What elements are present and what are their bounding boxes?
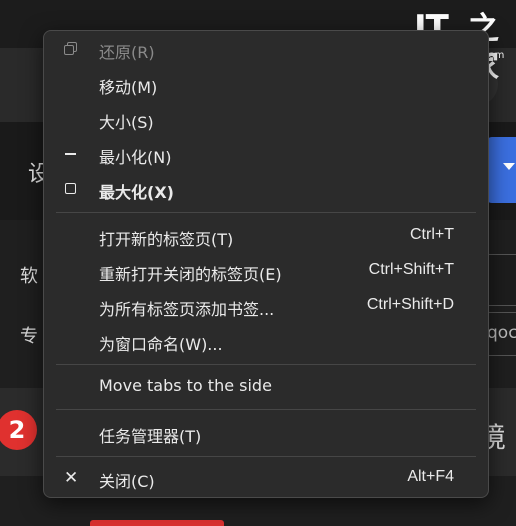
settings-row-value: qoc [487,323,516,343]
menu-item-label: 为窗口命名(W)... [99,335,223,354]
menu-separator [56,212,476,213]
menu-item-label: 移动(M) [99,78,158,97]
window-system-menu: 还原(R) 移动(M) 大小(S) 最小化(N) 最大化(X) 打开新的标签页(… [43,30,489,498]
menu-item-label: 关闭(C) [99,472,155,491]
restore-icon [64,42,78,56]
menu-separator [56,409,476,410]
menu-item-shortcut: Ctrl+T [410,226,454,243]
menu-item-name-window[interactable]: 为窗口命名(W)... [44,324,488,359]
menu-item-size[interactable]: 大小(S) [44,102,488,137]
menu-item-label: 最大化(X) [99,183,174,202]
menu-item-label: 最小化(N) [99,148,172,167]
menu-item-new-tab[interactable]: 打开新的标签页(T) Ctrl+T [44,219,488,254]
settings-row-label: 软 [20,266,38,287]
menu-separator [56,364,476,365]
close-icon: ✕ [64,468,79,488]
menu-item-label: 重新打开关闭的标签页(E) [99,265,282,284]
menu-item-label: Move tabs to the side [99,376,272,395]
primary-button[interactable] [486,137,516,203]
menu-item-restore[interactable]: 还原(R) [44,32,488,67]
minimize-icon [64,147,78,161]
menu-item-shortcut: Alt+F4 [407,468,454,485]
menu-item-shortcut: Ctrl+Shift+T [368,261,454,278]
menu-item-move[interactable]: 移动(M) [44,67,488,102]
menu-item-label: 大小(S) [99,113,154,132]
maximize-icon [64,182,78,196]
settings-row-label-2: 专 [20,326,38,347]
menu-item-shortcut: Ctrl+Shift+D [366,296,454,313]
menu-item-close[interactable]: ✕ 关闭(C) Alt+F4 [44,461,488,496]
settings-row-field[interactable] [486,254,516,306]
menu-item-reopen-closed-tab[interactable]: 重新打开关闭的标签页(E) Ctrl+Shift+T [44,254,488,289]
menu-item-label: 为所有标签页添加书签... [99,300,275,319]
menu-item-label: 任务管理器(T) [99,427,202,446]
menu-item-move-tabs-to-side[interactable]: Move tabs to the side [44,369,488,404]
menu-item-label: 打开新的标签页(T) [99,230,234,249]
chevron-down-icon[interactable] [503,163,515,170]
menu-item-bookmark-all-tabs[interactable]: 为所有标签页添加书签... Ctrl+Shift+D [44,289,488,324]
menu-separator [56,456,476,457]
menu-item-maximize[interactable]: 最大化(X) [44,172,488,207]
red-strip [90,520,224,526]
menu-item-minimize[interactable]: 最小化(N) [44,137,488,172]
menu-item-task-manager[interactable]: 任务管理器(T) [44,416,488,451]
menu-item-label: 还原(R) [99,43,155,62]
